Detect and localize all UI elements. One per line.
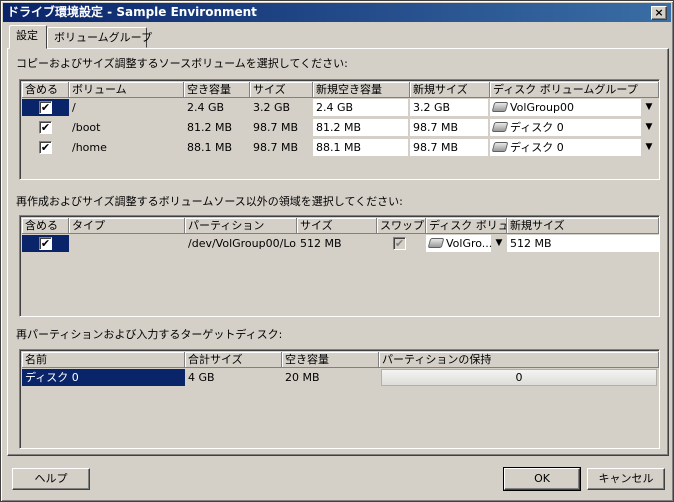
tab-volume-groups-label: ボリュームグループ <box>54 31 153 44</box>
disk-group-value: VolGroup00 <box>510 101 574 114</box>
disk-volume-value: VolGro... <box>446 237 491 250</box>
chevron-down-icon[interactable]: ▼ <box>641 99 657 116</box>
other-regions-grid[interactable]: 含める タイプ パーティション サイズ スワップ ディスク ボリュ... 新規サ… <box>19 215 660 317</box>
cancel-button[interactable]: キャンセル <box>587 468 665 490</box>
col-free[interactable]: 空き容量 <box>184 82 250 98</box>
new-free-input[interactable]: 2.4 GB <box>313 99 408 116</box>
disk-group-select[interactable]: VolGroup00 <box>490 99 641 116</box>
free-space: 88.1 MB <box>187 141 233 154</box>
source-volumes-grid[interactable]: 含める ボリューム 空き容量 サイズ 新規空き容量 新規サイズ ディスク ボリュ… <box>19 79 660 180</box>
disk-group-value: ディスク 0 <box>510 121 564 134</box>
col-size[interactable]: サイズ <box>250 82 313 98</box>
size: 98.7 MB <box>253 121 299 134</box>
col-total-size[interactable]: 合計サイズ <box>185 352 282 368</box>
new-size-input[interactable]: 98.7 MB <box>410 119 488 136</box>
chevron-down-icon[interactable]: ▼ <box>641 119 657 136</box>
free-space: 81.2 MB <box>187 121 233 134</box>
keep-partitions-bar[interactable]: 0 <box>381 369 657 386</box>
window-title: ドライブ環境設定 - Sample Environment <box>7 5 257 19</box>
source-volumes-label: コピーおよびサイズ調整するソースボリュームを選択してください: <box>16 57 348 70</box>
close-button[interactable]: × <box>651 6 667 20</box>
volume-name: /boot <box>72 121 101 134</box>
include-checkbox[interactable]: ✔ <box>39 101 52 114</box>
tab-settings-label: 設定 <box>16 29 38 42</box>
target-disk-grid[interactable]: 名前 合計サイズ 空き容量 パーティションの保持 ディスク 0 4 GB 20 … <box>19 349 660 449</box>
size: 98.7 MB <box>253 141 299 154</box>
disk-group-select[interactable]: ディスク 0 <box>490 119 641 136</box>
new-free-input[interactable]: 88.1 MB <box>313 139 408 156</box>
col-swap[interactable]: スワップ <box>377 218 426 234</box>
title-bar[interactable]: ドライブ環境設定 - Sample Environment × <box>3 3 671 22</box>
disk-icon <box>491 102 509 112</box>
settings-panel: コピーおよびサイズ調整するソースボリュームを選択してください: 含める ボリュー… <box>7 48 669 456</box>
disk-name[interactable]: ディスク 0 <box>22 369 185 386</box>
col-size[interactable]: サイズ <box>297 218 377 234</box>
volume-name: /home <box>72 141 107 154</box>
ok-button[interactable]: OK <box>503 467 581 491</box>
col-new-size[interactable]: 新規サイズ <box>507 218 659 234</box>
col-new-size[interactable]: 新規サイズ <box>410 82 490 98</box>
dialog-window: ドライブ環境設定 - Sample Environment × 設定 ボリューム… <box>0 0 674 502</box>
col-new-free[interactable]: 新規空き容量 <box>313 82 410 98</box>
col-volume[interactable]: ボリューム <box>69 82 184 98</box>
disk-icon <box>491 122 509 132</box>
new-free-input[interactable]: 81.2 MB <box>313 119 408 136</box>
partition-value: /dev/VolGroup00/Lo... <box>188 237 297 250</box>
chevron-down-icon[interactable]: ▼ <box>641 139 657 156</box>
close-icon: × <box>654 6 664 19</box>
swap-checkbox[interactable]: ✔ <box>393 237 406 250</box>
disk-group-select[interactable]: ディスク 0 <box>490 139 641 156</box>
new-size-input[interactable]: 98.7 MB <box>410 139 488 156</box>
free-space: 20 MB <box>285 371 320 384</box>
col-disk-volume-group[interactable]: ディスク ボリュームグループ <box>490 82 659 98</box>
total-size: 4 GB <box>188 371 215 384</box>
col-disk-volume[interactable]: ディスク ボリュ... <box>426 218 507 234</box>
new-size-input[interactable]: 512 MB <box>507 235 659 252</box>
help-button[interactable]: ヘルプ <box>12 468 90 490</box>
other-regions-label: 再作成およびサイズ調整するボリュームソース以外の領域を選択してください: <box>16 195 403 208</box>
disk-icon <box>491 142 509 152</box>
include-checkbox[interactable]: ✔ <box>39 121 52 134</box>
disk-icon <box>427 238 445 248</box>
col-free[interactable]: 空き容量 <box>282 352 379 368</box>
type-value <box>69 235 185 252</box>
col-include[interactable]: 含める <box>22 218 69 234</box>
target-disk-label: 再パーティションおよび入力するターゲットディスク: <box>16 328 283 341</box>
col-partition[interactable]: パーティション <box>185 218 297 234</box>
col-keep-partitions[interactable]: パーティションの保持 <box>379 352 659 368</box>
include-checkbox[interactable]: ✔ <box>39 237 52 250</box>
size: 3.2 GB <box>253 101 291 114</box>
include-checkbox[interactable]: ✔ <box>39 141 52 154</box>
col-include[interactable]: 含める <box>22 82 69 98</box>
tab-settings[interactable]: 設定 <box>9 25 47 49</box>
size-value: 512 MB <box>300 237 342 250</box>
chevron-down-icon[interactable]: ▼ <box>491 235 507 252</box>
col-name[interactable]: 名前 <box>22 352 185 368</box>
volume-name: / <box>72 101 76 114</box>
disk-group-value: ディスク 0 <box>510 141 564 154</box>
disk-volume-select[interactable]: VolGro... <box>426 235 491 252</box>
free-space: 2.4 GB <box>187 101 225 114</box>
tab-volume-groups[interactable]: ボリュームグループ <box>47 27 152 48</box>
col-type[interactable]: タイプ <box>69 218 185 234</box>
new-size-input[interactable]: 3.2 GB <box>410 99 488 116</box>
